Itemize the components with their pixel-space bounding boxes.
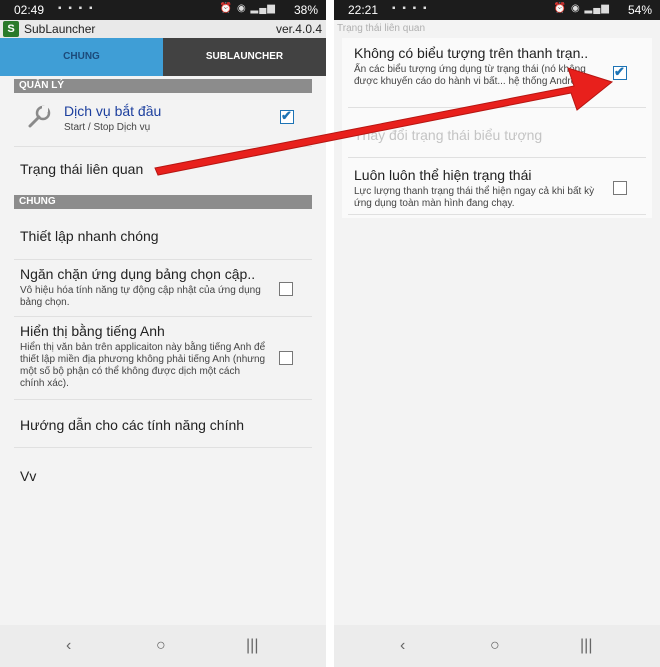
quick-setup-title: Thiết lập nhanh chóng — [20, 228, 159, 244]
divider — [14, 259, 312, 260]
quick-setup-row[interactable]: Thiết lập nhanh chóng — [20, 228, 159, 244]
divider — [14, 146, 312, 147]
signal-icons: ⏰ ◉ ▂▄▆ — [219, 3, 276, 14]
divider — [348, 214, 646, 215]
guide-row[interactable]: Hướng dẫn cho các tính năng chính — [20, 417, 244, 433]
no-icon-checkbox[interactable] — [613, 64, 627, 80]
left-phone-screen: 02:49 ▪ ▪ ▪ ▪ ⏰ ◉ ▂▄▆ 38% S SubLauncher … — [0, 0, 326, 667]
signal-icons: ⏰ ◉ ▂▄▆ — [553, 3, 610, 14]
home-icon[interactable]: ○ — [490, 637, 500, 655]
app-title-bar: S SubLauncher ver.4.0.4 — [0, 20, 326, 38]
divider — [14, 316, 312, 317]
etc-title: Vv — [20, 468, 37, 484]
divider — [14, 399, 312, 400]
status-bar: 22:21 ▪ ▪ ▪ ▪ ⏰ ◉ ▂▄▆ 54% — [334, 0, 660, 20]
no-icon-title: Không có biểu tượng trên thanh trạn.. — [354, 45, 589, 61]
app-name: SubLauncher — [24, 22, 96, 36]
english-desc: Hiển thị văn bản trên applicaiton này bằ… — [20, 342, 266, 389]
navigation-bar: ‹ ○ ||| — [334, 625, 660, 667]
app-version: ver.4.0.4 — [275, 22, 322, 36]
recents-icon[interactable]: ||| — [580, 637, 592, 655]
no-icon-desc: Ẩn các biểu tượng ứng dụng từ trạng thái… — [354, 64, 591, 87]
divider — [348, 107, 646, 108]
recents-icon[interactable]: ||| — [246, 637, 258, 655]
notification-icons: ▪ ▪ ▪ ▪ — [392, 3, 429, 14]
navigation-bar: ‹ ○ ||| — [0, 625, 326, 667]
english-title: Hiển thị bằng tiếng Anh — [20, 323, 165, 339]
block-update-desc: Vô hiệu hóa tính năng tự động cập nhật c… — [20, 285, 261, 308]
right-phone-screen: 22:21 ▪ ▪ ▪ ▪ ⏰ ◉ ▂▄▆ 54% Trạng thái liê… — [334, 0, 660, 667]
home-icon[interactable]: ○ — [156, 637, 166, 655]
divider — [14, 447, 312, 448]
related-status-title: Trạng thái liên quan — [20, 161, 144, 177]
tab-bar: CHUNG SUBLAUNCHER — [0, 38, 326, 76]
notification-icons: ▪ ▪ ▪ ▪ — [58, 3, 95, 14]
etc-row[interactable]: Vv — [20, 468, 36, 484]
block-update-checkbox[interactable] — [279, 282, 293, 296]
english-checkbox[interactable] — [279, 351, 293, 365]
always-show-checkbox[interactable] — [613, 181, 627, 195]
back-icon[interactable]: ‹ — [66, 637, 71, 655]
battery-percent: 54% — [627, 3, 652, 17]
back-icon[interactable]: ‹ — [400, 637, 405, 655]
change-icon-row: Thay đổi trạng thái biểu tượng — [354, 127, 542, 143]
wrench-icon — [28, 105, 51, 128]
service-desc: Start / Stop Dịch vụ — [64, 122, 151, 133]
app-logo-icon: S — [3, 21, 19, 37]
divider — [348, 157, 646, 158]
status-bar: 02:49 ▪ ▪ ▪ ▪ ⏰ ◉ ▂▄▆ 38% — [0, 0, 326, 20]
tab-sublauncher[interactable]: SUBLAUNCHER — [163, 38, 326, 76]
section-header-manage: QUẢN LÝ — [14, 79, 312, 93]
status-time: 02:49 — [14, 3, 45, 17]
block-update-title: Ngăn chặn ứng dụng bảng chọn cập.. — [20, 266, 256, 282]
battery-percent: 38% — [293, 3, 318, 17]
service-checkbox[interactable] — [280, 108, 294, 124]
always-show-desc: Lực lượng thanh trạng thái thể hiện ngay… — [354, 186, 595, 209]
screen-title: Trạng thái liên quan — [334, 20, 660, 38]
service-title: Dịch vụ bắt đầu — [64, 103, 162, 119]
section-header-general: CHUNG — [14, 195, 312, 209]
guide-title: Hướng dẫn cho các tính năng chính — [20, 417, 245, 433]
related-status-row[interactable]: Trạng thái liên quan — [20, 161, 143, 177]
always-show-title: Luôn luôn thể hiện trạng thái — [354, 167, 532, 183]
change-icon-title: Thay đổi trạng thái biểu tượng — [354, 127, 543, 143]
tab-chung[interactable]: CHUNG — [0, 38, 163, 76]
status-time: 22:21 — [348, 3, 379, 17]
